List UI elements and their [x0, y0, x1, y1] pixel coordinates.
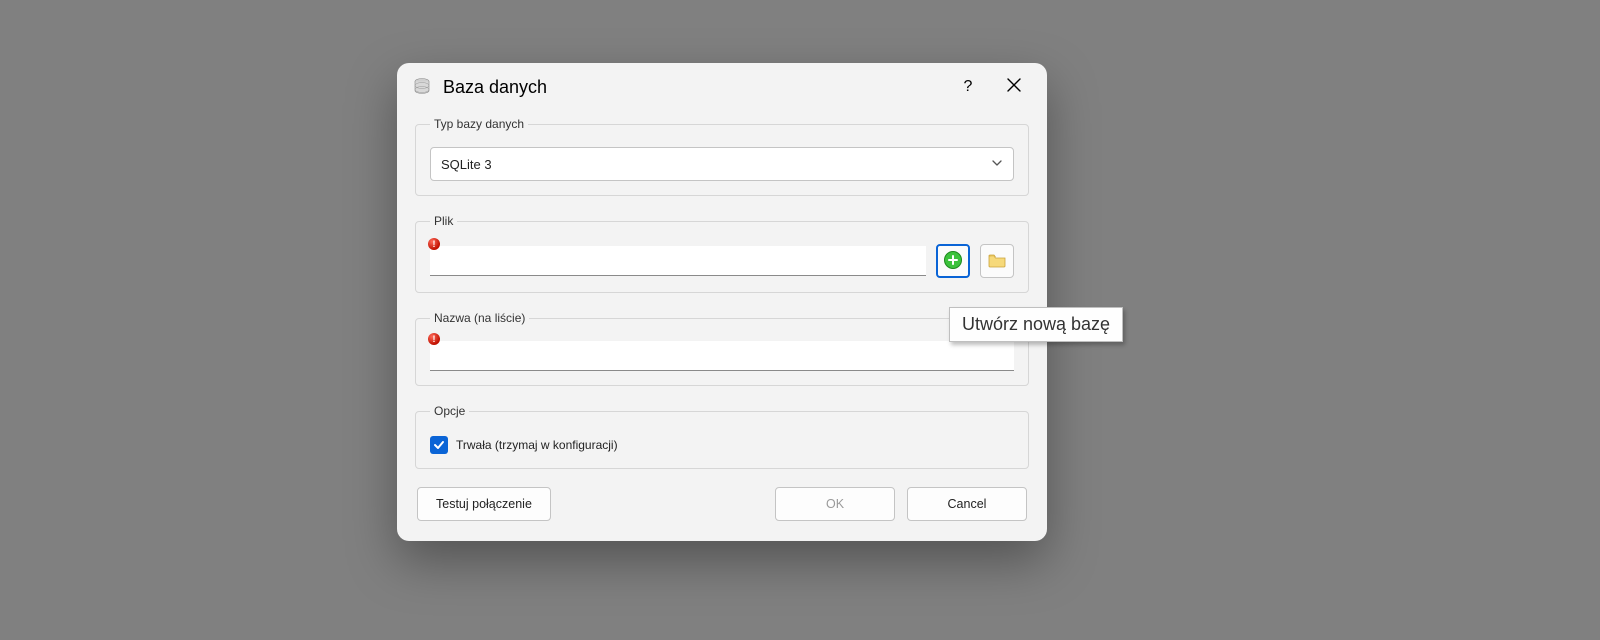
create-new-db-button[interactable]	[936, 244, 970, 278]
help-icon: ?	[964, 78, 973, 96]
group-dbtype: Typ bazy danych SQLite 3	[415, 117, 1029, 196]
dbtype-selected: SQLite 3	[441, 157, 991, 172]
tooltip: Utwórz nową bazę	[949, 307, 1123, 342]
dbtype-combo[interactable]: SQLite 3	[430, 147, 1014, 181]
group-name-legend: Nazwa (na liście)	[430, 311, 529, 325]
name-input[interactable]	[430, 341, 1014, 371]
error-icon: !	[428, 238, 440, 250]
persistent-checkbox[interactable]	[430, 436, 448, 454]
group-file-legend: Plik	[430, 214, 457, 228]
dialog-footer: Testuj połączenie OK Cancel	[415, 487, 1029, 525]
chevron-down-icon	[991, 157, 1003, 172]
close-icon	[1007, 78, 1021, 97]
browse-file-button[interactable]	[980, 244, 1014, 278]
database-icon	[411, 76, 433, 98]
persistent-label: Trwała (trzymaj w konfiguracji)	[456, 438, 618, 452]
plus-circle-icon	[943, 250, 963, 273]
help-button[interactable]: ?	[945, 71, 991, 103]
group-dbtype-legend: Typ bazy danych	[430, 117, 528, 131]
folder-icon	[987, 250, 1007, 273]
database-dialog: Baza danych ? Typ bazy danych SQLite 3 P…	[397, 63, 1047, 541]
ok-button[interactable]: OK	[775, 487, 895, 521]
test-connection-button[interactable]: Testuj połączenie	[417, 487, 551, 521]
group-options-legend: Opcje	[430, 404, 469, 418]
group-options: Opcje Trwała (trzymaj w konfiguracji)	[415, 404, 1029, 469]
cancel-button[interactable]: Cancel	[907, 487, 1027, 521]
group-name: Nazwa (na liście) !	[415, 311, 1029, 386]
group-file: Plik !	[415, 214, 1029, 293]
dialog-title: Baza danych	[443, 77, 547, 98]
close-button[interactable]	[991, 71, 1037, 103]
error-icon: !	[428, 333, 440, 345]
file-input[interactable]	[430, 246, 926, 276]
titlebar: Baza danych ?	[397, 63, 1047, 111]
